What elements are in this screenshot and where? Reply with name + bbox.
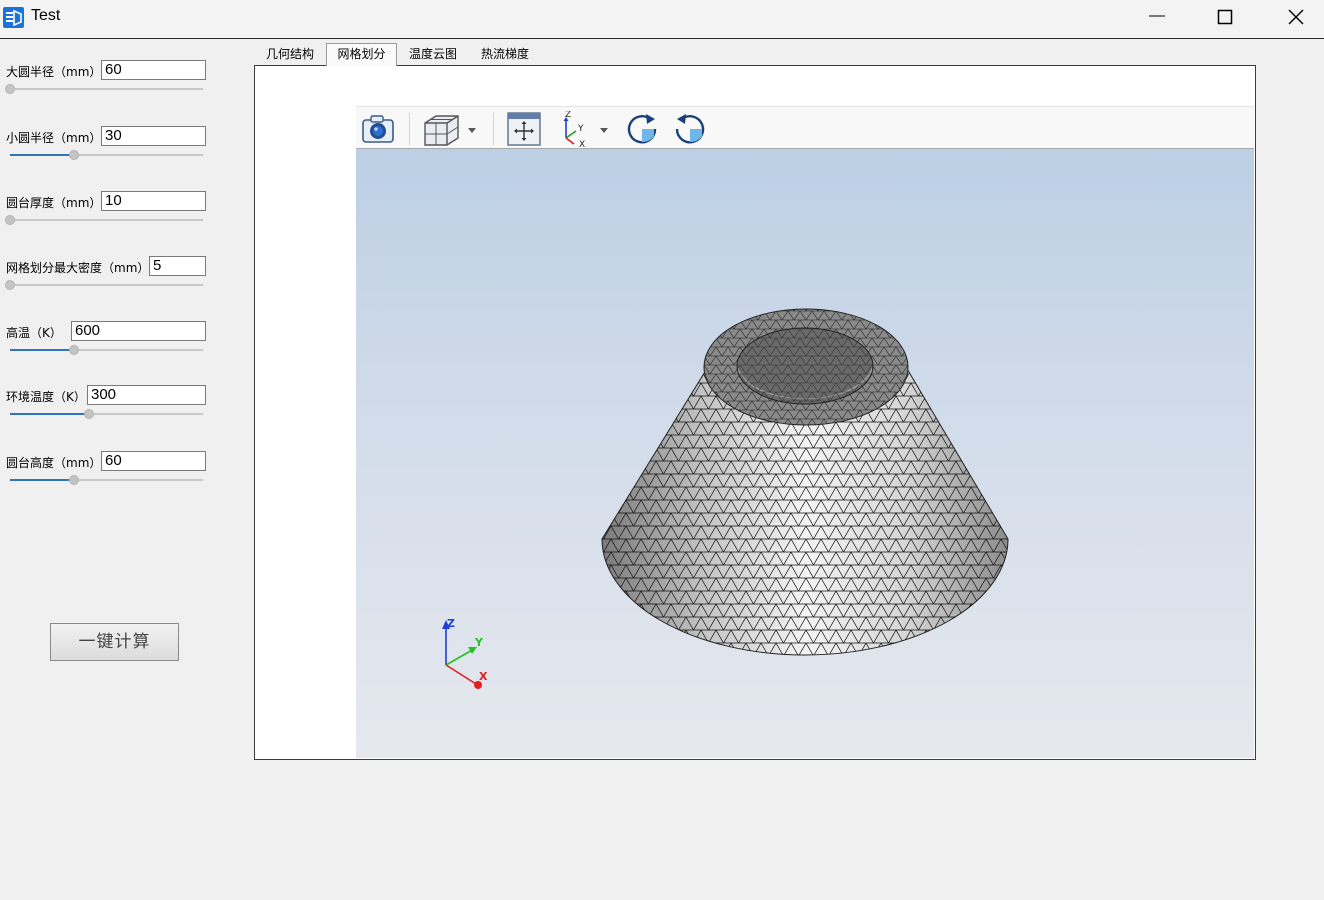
title-bar: Test (0, 0, 1324, 39)
tab-temperature[interactable]: 温度云图 (397, 44, 469, 66)
frustum-mesh (601, 308, 1009, 656)
mesh-density-slider[interactable] (5, 279, 203, 291)
rotate-cw-button[interactable] (624, 111, 660, 147)
calculate-button[interactable]: 一键计算 (50, 623, 179, 661)
fit-all-button[interactable] (506, 111, 542, 147)
slider-handle[interactable] (68, 475, 79, 485)
slider-handle[interactable] (68, 345, 79, 355)
app-icon (3, 7, 24, 28)
view-cube-icon (424, 115, 476, 146)
rotate-ccw-icon (675, 114, 705, 144)
svg-text:Z: Z (565, 111, 571, 120)
orientation-triad: Z Y X (442, 617, 488, 689)
small-radius-slider[interactable] (6, 149, 203, 161)
param-label: 环境温度（K） (6, 390, 86, 404)
param-small-radius: 小圆半径（mm） 30 (0, 126, 230, 166)
close-icon (1288, 9, 1304, 25)
mesh-render: Z Y X (442, 308, 1009, 689)
toolbar-separator (493, 113, 494, 145)
triad-x-label: X (479, 670, 488, 683)
triad-z-label: Z (447, 617, 455, 630)
tab-geometry[interactable]: 几何结构 (254, 44, 326, 66)
svg-text:Y: Y (577, 124, 584, 134)
viewer-toolbar: Z Y X (356, 106, 1254, 150)
thickness-slider[interactable] (5, 214, 203, 226)
big-radius-slider[interactable] (5, 83, 203, 95)
ambient-temp-input[interactable]: 300 (87, 385, 206, 405)
svg-text:X: X (579, 140, 585, 147)
slider-handle[interactable] (5, 215, 15, 225)
param-label: 大圆半径（mm） (6, 65, 102, 79)
param-mesh-density: 网格划分最大密度（mm） 5 (0, 256, 230, 296)
param-high-temp: 高温（K） 600 (0, 321, 230, 361)
toolbar-separator (409, 113, 410, 145)
param-label: 高温（K） (6, 326, 62, 340)
high-temp-input[interactable]: 600 (71, 321, 206, 341)
small-radius-input[interactable]: 30 (101, 126, 206, 146)
triad-y-label: Y (474, 636, 484, 649)
minimize-icon (1149, 15, 1165, 17)
camera-icon (362, 115, 394, 143)
axes-button[interactable]: Z Y X (558, 110, 614, 150)
frustum-height-input[interactable]: 60 (101, 451, 206, 471)
param-label: 圆台高度（mm） (6, 456, 102, 470)
param-big-radius: 大圆半径（mm） 60 (0, 60, 230, 100)
thickness-input[interactable]: 10 (101, 191, 206, 211)
param-ambient-temp: 环境温度（K） 300 (0, 385, 230, 425)
close-button[interactable] (1261, 0, 1324, 34)
mesh-viewer: Z Y X Z Y X (356, 106, 1254, 758)
slider-handle[interactable] (5, 84, 15, 94)
axes-icon: Z Y X (563, 110, 608, 150)
slider-handle[interactable] (68, 150, 79, 160)
maximize-button[interactable] (1190, 0, 1260, 34)
view-cube-button[interactable] (422, 111, 478, 147)
param-label: 圆台厚度（mm） (6, 196, 102, 210)
viewport-3d[interactable]: Z Y X (356, 149, 1254, 758)
tab-heat-flux[interactable]: 热流梯度 (469, 44, 541, 66)
screenshot-button[interactable] (360, 111, 396, 147)
param-frustum-height: 圆台高度（mm） 60 (0, 451, 230, 491)
window-title: Test (31, 7, 61, 24)
minimize-button[interactable] (1122, 0, 1192, 34)
tab-mesh[interactable]: 网格划分 (326, 43, 397, 66)
param-thickness: 圆台厚度（mm） 10 (0, 191, 230, 231)
param-label: 网格划分最大密度（mm） (6, 261, 150, 275)
rotate-ccw-button[interactable] (672, 111, 708, 147)
param-label: 小圆半径（mm） (6, 131, 102, 145)
slider-handle[interactable] (5, 280, 15, 290)
mesh-density-input[interactable]: 5 (149, 256, 206, 276)
slider-handle[interactable] (84, 409, 95, 419)
maximize-icon (1217, 9, 1233, 25)
ambient-temp-slider[interactable] (6, 408, 203, 420)
frustum-height-slider[interactable] (6, 474, 203, 486)
big-radius-input[interactable]: 60 (101, 60, 206, 80)
fit-all-icon (507, 112, 541, 146)
rotate-cw-icon (627, 114, 657, 144)
high-temp-slider[interactable] (6, 344, 203, 356)
